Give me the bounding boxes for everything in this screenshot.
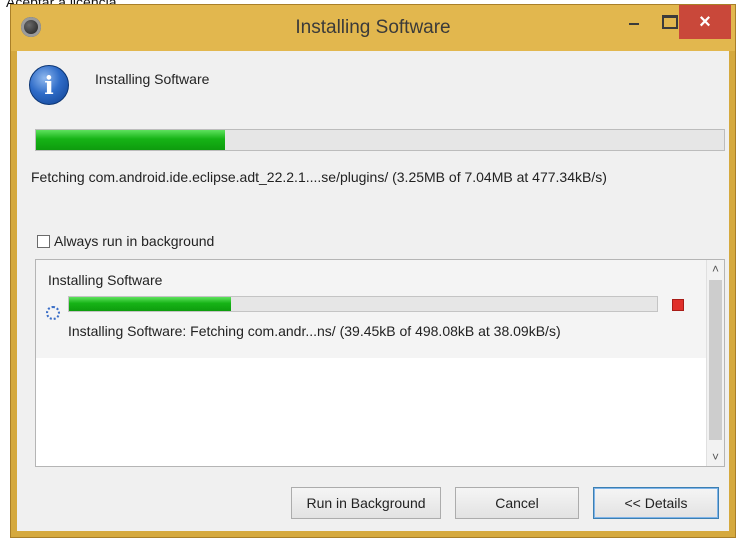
scroll-up-icon[interactable]: ˄ <box>707 260 724 278</box>
minimize-button[interactable] <box>617 5 651 39</box>
installing-software-dialog: Installing Software × i Installing Softw… <box>10 4 736 538</box>
info-icon: i <box>29 65 69 105</box>
job-title: Installing Software <box>48 272 163 288</box>
main-status-text: Fetching com.android.ide.eclipse.adt_22.… <box>31 169 607 185</box>
always-run-in-background-label: Always run in background <box>54 233 215 249</box>
scroll-thumb[interactable] <box>709 280 722 440</box>
job-progress-fill <box>69 297 231 311</box>
job-list-item[interactable]: Installing Software Installing Software:… <box>36 260 708 358</box>
maximize-icon <box>662 15 678 29</box>
main-progress-fill <box>36 130 226 150</box>
close-button[interactable]: × <box>679 5 731 39</box>
stop-icon[interactable] <box>672 299 684 311</box>
cancel-button[interactable]: Cancel <box>455 487 579 519</box>
run-in-background-button[interactable]: Run in Background <box>291 487 441 519</box>
spinner-icon <box>46 306 60 320</box>
scroll-down-icon[interactable]: ˅ <box>707 448 724 466</box>
details-button[interactable]: << Details <box>593 487 719 519</box>
close-icon: × <box>699 10 711 33</box>
minimize-icon <box>629 23 639 25</box>
details-panel: Installing Software Installing Software:… <box>35 259 725 467</box>
details-scrollbar[interactable]: ˄ ˅ <box>706 260 724 466</box>
always-run-in-background-checkbox[interactable] <box>37 234 50 248</box>
job-progress-bar <box>68 296 658 312</box>
header-label: Installing Software <box>95 71 210 87</box>
title-bar[interactable]: Installing Software × <box>11 5 735 51</box>
dialog-body: i Installing Software Fetching com.andro… <box>17 51 729 531</box>
job-status-text: Installing Software: Fetching com.andr..… <box>68 323 561 339</box>
main-progress-bar <box>35 129 725 151</box>
always-run-in-background-option[interactable]: Always run in background <box>37 233 214 249</box>
